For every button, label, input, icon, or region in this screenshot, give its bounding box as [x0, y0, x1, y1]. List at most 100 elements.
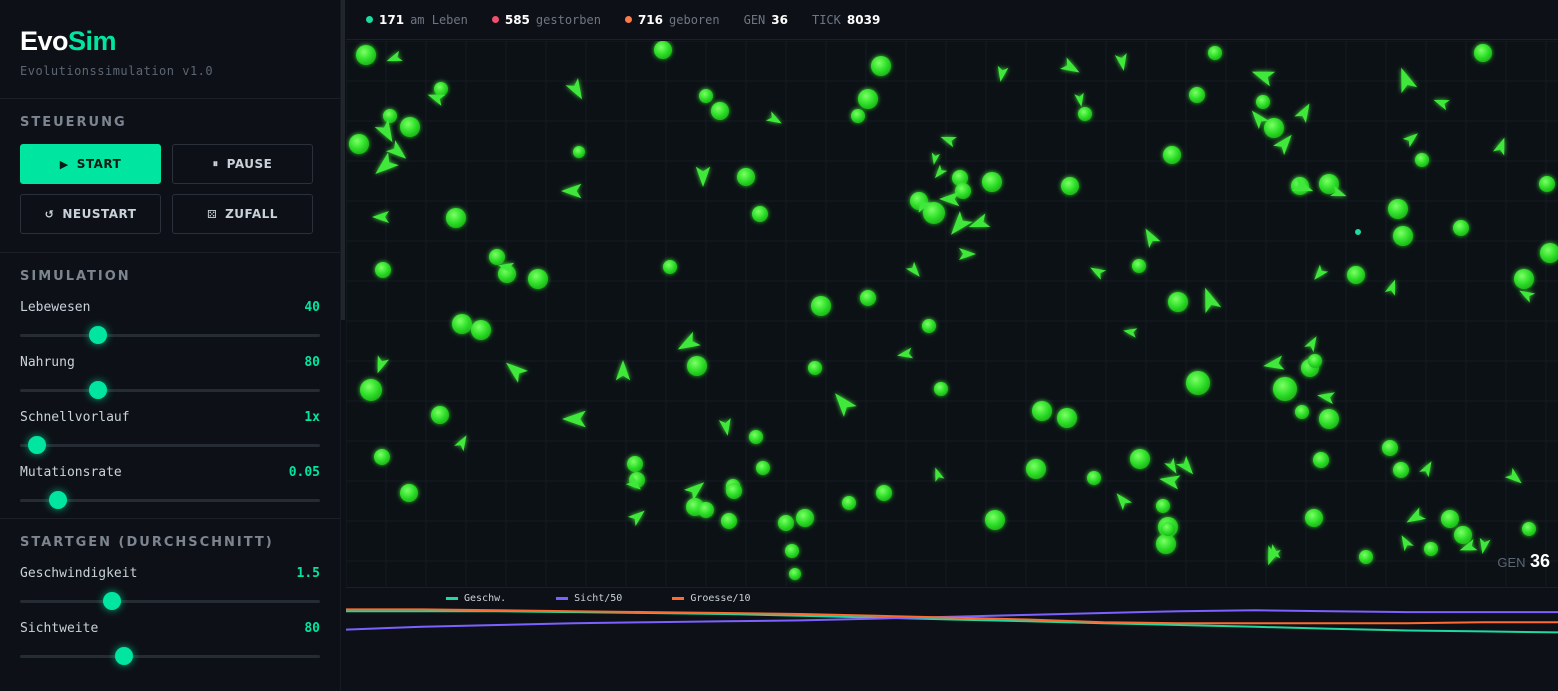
legend-size-label: Groesse/10	[690, 593, 751, 604]
food-pellet	[431, 406, 449, 424]
food-pellet	[1208, 46, 1222, 60]
creature	[1419, 461, 1432, 478]
random-label: ZUFALL	[225, 207, 278, 221]
slider-lebewesen: Lebewesen 40	[20, 298, 320, 353]
legend-sight-swatch	[556, 597, 569, 600]
stat-died: 585 gestorben	[491, 12, 601, 27]
app-title-evo: Evo	[20, 26, 69, 56]
creature	[1116, 493, 1133, 511]
creature	[1090, 267, 1107, 280]
slider-knob[interactable]	[89, 381, 107, 399]
slider-track[interactable]	[20, 600, 320, 603]
creature	[695, 166, 711, 187]
scrollbar-thumb[interactable]	[341, 0, 345, 320]
alive-count: 171	[379, 12, 405, 27]
slider-label: Nahrung	[20, 355, 75, 370]
creature	[683, 482, 705, 501]
food-pellet	[1156, 534, 1176, 554]
food-pellet	[737, 168, 755, 186]
creature	[1205, 287, 1222, 314]
food-pellet	[1087, 471, 1101, 485]
creature	[1493, 137, 1505, 156]
creature	[1074, 92, 1084, 107]
died-count: 585	[504, 12, 530, 27]
creature	[1317, 392, 1335, 405]
legend-sight-label: Sicht/50	[574, 593, 623, 604]
food-pellet	[1393, 226, 1413, 246]
slider-track[interactable]	[20, 389, 320, 392]
slider-knob[interactable]	[102, 592, 121, 610]
creature	[765, 111, 782, 124]
food-pellet	[654, 41, 672, 59]
creature	[615, 360, 631, 381]
slider-value: 1x	[304, 410, 320, 425]
simulation-canvas[interactable]: GEN 36	[346, 41, 1558, 586]
creature	[939, 191, 960, 207]
creature	[935, 467, 945, 482]
food-pellet	[400, 117, 420, 137]
food-pellet	[756, 461, 770, 475]
food-pellet	[1474, 44, 1492, 62]
slider-knob[interactable]	[89, 326, 107, 344]
food-pellet	[1454, 526, 1472, 544]
creature	[897, 347, 914, 359]
food-pellet	[842, 496, 856, 510]
world-svg	[346, 41, 1558, 586]
restart-button[interactable]: ↺ NEUSTART	[20, 194, 161, 234]
creature	[934, 164, 948, 179]
food-pellet	[1026, 459, 1046, 479]
food-pellet	[375, 262, 391, 278]
food-pellet	[982, 172, 1002, 192]
stat-alive: 171 am Leben	[366, 13, 468, 27]
sidebar-scrollbar[interactable]	[340, 0, 345, 691]
creature	[940, 136, 957, 148]
food-pellet	[1313, 452, 1329, 468]
creature	[1519, 290, 1536, 303]
slider-label: Sichtweite	[20, 621, 99, 636]
food-pellet	[749, 430, 763, 444]
pause-button[interactable]: ⏸ PAUSE	[172, 144, 313, 184]
food-pellet	[1130, 449, 1150, 469]
slider-knob[interactable]	[28, 436, 47, 454]
food-pellet	[356, 45, 376, 65]
app-subtitle: Evolutionssimulation v1.0	[20, 64, 214, 78]
controls-heading: STEUERUNG	[20, 115, 127, 130]
slider-track[interactable]	[20, 334, 320, 337]
sidebar: EvoSim Evolutionssimulation v1.0 STEUERU…	[0, 0, 340, 691]
food-pellet	[871, 56, 891, 76]
slider-value: 40	[304, 300, 320, 315]
app-title: EvoSim	[20, 26, 320, 56]
food-pellet	[1168, 292, 1188, 312]
slider-schnellvorlauf: Schnellvorlauf 1x	[20, 408, 320, 463]
food-pellet	[627, 456, 643, 472]
slider-knob[interactable]	[115, 647, 134, 665]
food-pellet	[808, 361, 822, 375]
food-pellet	[1393, 462, 1409, 478]
creature	[835, 393, 857, 417]
slider-track[interactable]	[20, 444, 320, 447]
food-pellet	[1032, 401, 1052, 421]
start-button[interactable]: ▶ START	[20, 144, 161, 184]
random-button[interactable]: ⚄ ZUFALL	[172, 194, 313, 234]
food-pellet	[1295, 405, 1309, 419]
food-pellet	[1078, 107, 1092, 121]
newborn-creature	[1355, 229, 1361, 235]
slider-value: 80	[304, 355, 320, 370]
food-pellet	[1061, 177, 1079, 195]
creature	[1176, 455, 1194, 475]
food-pellet	[349, 134, 369, 154]
food-pellet	[698, 502, 714, 518]
slider-knob[interactable]	[48, 491, 67, 509]
slider-track[interactable]	[20, 655, 320, 658]
creature	[1123, 328, 1138, 338]
food-pellet	[726, 483, 742, 499]
food-pellet	[699, 89, 713, 103]
food-pellet	[858, 89, 878, 109]
food-pellet	[711, 102, 729, 120]
born-count: 716	[637, 12, 664, 27]
canvas-gen-badge: GEN 36	[1497, 551, 1550, 572]
food-pellet	[1264, 118, 1284, 138]
trait-chart: Geschw. Sicht/50 Groesse/10	[346, 587, 1558, 691]
pause-label: PAUSE	[226, 157, 273, 171]
creature	[718, 418, 731, 436]
